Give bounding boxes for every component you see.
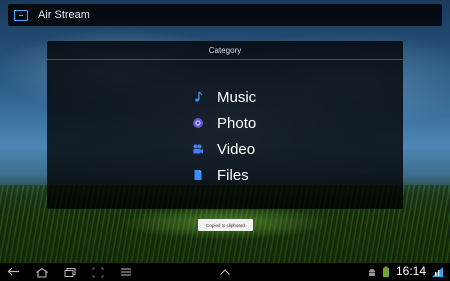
category-label-music: Music (217, 88, 257, 106)
category-list: Music Photo Video Files (192, 84, 256, 188)
video-icon (192, 143, 204, 155)
back-icon[interactable] (6, 265, 22, 279)
category-label-photo: Photo (217, 114, 257, 132)
music-note-icon (192, 91, 204, 103)
toast-message: Copied to clipboard (198, 219, 253, 231)
category-item-music[interactable]: Music (192, 84, 256, 110)
photo-icon (192, 117, 204, 129)
category-label-files: Files (217, 166, 249, 184)
app-logo-icon[interactable] (14, 9, 28, 21)
category-dialog: Category Music Photo Video Files (47, 41, 403, 209)
category-item-photo[interactable]: Photo (192, 110, 256, 136)
category-item-video[interactable]: Video (192, 136, 256, 162)
recent-apps-icon[interactable] (62, 265, 78, 279)
chevron-up-icon[interactable] (217, 265, 233, 279)
category-label-video: Video (217, 140, 256, 158)
wifi-icon (430, 265, 446, 279)
status-clock: 16:14 (396, 264, 427, 278)
category-item-files[interactable]: Files (192, 162, 256, 188)
screenshot-icon[interactable] (90, 265, 106, 279)
file-icon (192, 169, 204, 181)
menu-icon[interactable] (118, 265, 134, 279)
home-icon[interactable] (34, 265, 50, 279)
battery-icon (378, 265, 394, 279)
app-title: Air Stream (38, 9, 90, 21)
action-bar: Air Stream (8, 4, 442, 26)
dialog-title: Category (47, 41, 403, 60)
system-bar: 16:14 (0, 263, 450, 281)
